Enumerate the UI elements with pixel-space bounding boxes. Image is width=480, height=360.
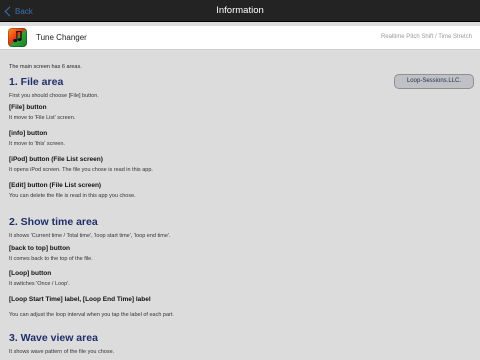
item-heading: [info] button [9,130,48,137]
developer-link-button[interactable]: Loop-Sessions.LLC. [394,74,474,89]
item-text: You can delete the file is read in this … [9,193,136,199]
music-note-icon [8,28,27,47]
item-text: It move to 'this' screen. [9,141,65,147]
section-text: It shows wave pattern of the file you ch… [9,349,115,355]
item-text: It move to 'File List' screen. [9,115,76,121]
app-name: Tune Changer [36,33,87,42]
app-header: Tune Changer Realtime Pitch Shift / Time… [0,26,480,50]
item-heading: [Loop] button [9,270,52,277]
item-heading: [Edit] button (File List screen) [9,182,102,189]
navigation-bar: Back Information [0,0,480,22]
section-heading: 2. Show time area [9,216,98,228]
section-text: It shows 'Current time / Total time', 'l… [9,233,171,239]
item-text: It opens iPod screen. The file you chose… [9,167,153,173]
item-heading: [File] button [9,104,47,111]
item-heading: [iPod] button (File List screen) [9,156,103,163]
app-subtitle: Realtime Pitch Shift / Time Stretch [380,34,472,40]
intro-text: The main screen has 6 areas. [9,64,82,70]
section-heading: 3. Wave view area [9,332,98,344]
page-title: Information [216,5,264,16]
item-heading: [back to top] button [9,245,71,252]
section-heading: 1. File area [9,76,64,88]
info-content: The main screen has 6 areas. Loop-Sessio… [0,51,480,360]
item-text: It comes back to the top of the file. [9,256,93,262]
item-heading: [Loop Start Time] label, [Loop End Time]… [9,296,151,303]
item-text: You can adjust the loop interval when yo… [9,312,174,318]
section-text: First you should choose [File] button. [9,93,99,99]
item-text: It switches 'Once / Loop'. [9,281,70,287]
